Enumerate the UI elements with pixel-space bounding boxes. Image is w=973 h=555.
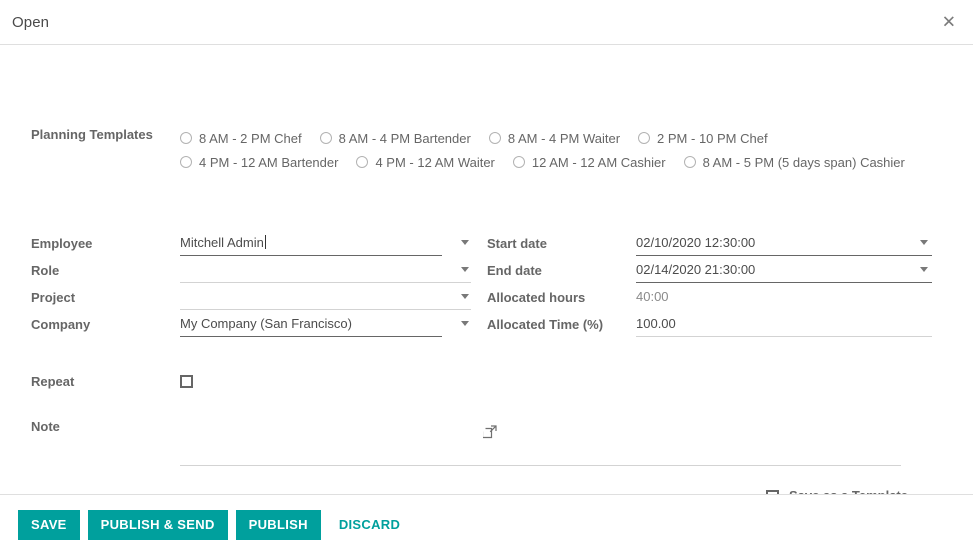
radio-circle-icon — [180, 132, 192, 144]
radio-option-0[interactable]: 8 AM - 2 PM Chef — [180, 126, 302, 150]
start-date-field[interactable]: 02/10/2020 12:30:00 — [636, 233, 932, 257]
dialog-footer: SAVE PUBLISH & SEND PUBLISH DISCARD — [0, 494, 973, 555]
note-input[interactable] — [180, 419, 901, 466]
project-label: Project — [31, 290, 76, 305]
allocated-time-field[interactable]: 100.00 — [636, 314, 932, 338]
role-field[interactable] — [180, 260, 471, 284]
chevron-down-icon[interactable] — [461, 267, 469, 272]
repeat-checkbox[interactable] — [180, 375, 193, 388]
field-row-project: Project — [31, 287, 471, 314]
radio-option-7[interactable]: 8 AM - 5 PM (5 days span) Cashier — [683, 150, 905, 174]
publish-button[interactable]: PUBLISH — [235, 510, 321, 540]
dialog-header: Open ✕ — [0, 0, 973, 45]
radio-circle-icon — [180, 156, 192, 168]
publish-and-send-button[interactable]: PUBLISH & SEND — [87, 510, 228, 540]
end-date-value: 02/14/2020 21:30:00 — [636, 262, 756, 277]
planning-templates-label: Planning Templates — [31, 127, 153, 142]
employee-field[interactable]: Mitchell Admin — [180, 233, 471, 257]
field-row-repeat: Repeat — [31, 374, 193, 389]
role-label: Role — [31, 263, 60, 278]
start-date-value: 02/10/2020 12:30:00 — [636, 235, 756, 250]
start-date-label: Start date — [487, 236, 547, 251]
left-field-column: Employee Mitchell Admin Role Project Com… — [31, 233, 497, 520]
allocated-hours-label: Allocated hours — [487, 290, 586, 305]
field-row-role: Role — [31, 260, 471, 287]
radio-option-2[interactable]: 8 AM - 4 PM Waiter — [488, 126, 621, 150]
end-date-field[interactable]: 02/14/2020 21:30:00 — [636, 260, 932, 284]
allocated-hours-field: 40:00 — [636, 287, 932, 311]
radio-option-5[interactable]: 4 PM - 12 AM Waiter — [356, 150, 495, 174]
end-date-label: End date — [487, 263, 542, 278]
radio-label: 4 PM - 12 AM Waiter — [375, 154, 495, 170]
dialog-body: Planning Templates 8 AM - 2 PM Chef 8 AM… — [0, 45, 973, 520]
radio-label: 4 PM - 12 AM Bartender — [199, 154, 339, 170]
dialog-title: Open — [12, 13, 50, 31]
employee-label: Employee — [31, 236, 93, 251]
company-label: Company — [31, 317, 91, 332]
radio-circle-icon — [488, 132, 501, 144]
radio-circle-icon — [356, 156, 369, 168]
employee-value: Mitchell Admin — [180, 235, 264, 250]
radio-label: 8 AM - 4 PM Waiter — [507, 130, 621, 146]
field-row-note: Note — [31, 419, 931, 469]
discard-button[interactable]: DISCARD — [329, 510, 410, 540]
radio-circle-icon — [319, 132, 332, 144]
radio-label: 8 AM - 2 PM Chef — [199, 130, 302, 146]
chevron-down-icon[interactable] — [461, 240, 469, 245]
chevron-down-icon[interactable] — [920, 267, 928, 272]
field-row-allocated-time: Allocated Time (%) 100.00 — [487, 314, 932, 341]
company-value: My Company (San Francisco) — [180, 316, 352, 331]
chevron-down-icon[interactable] — [461, 321, 469, 326]
radio-circle-icon — [638, 132, 651, 144]
chevron-down-icon[interactable] — [461, 294, 469, 299]
field-row-end-date: End date 02/14/2020 21:30:00 — [487, 260, 932, 287]
text-caret — [264, 235, 266, 249]
field-row-allocated-hours: Allocated hours 40:00 — [487, 287, 932, 314]
close-icon[interactable]: ✕ — [938, 12, 960, 33]
allocated-time-value: 100.00 — [636, 316, 676, 331]
radio-option-1[interactable]: 8 AM - 4 PM Bartender — [319, 126, 471, 150]
note-label: Note — [31, 419, 60, 434]
radio-option-4[interactable]: 4 PM - 12 AM Bartender — [180, 150, 338, 174]
radio-option-6[interactable]: 12 AM - 12 AM Cashier — [512, 150, 666, 174]
save-button[interactable]: SAVE — [18, 510, 80, 540]
field-row-company: Company My Company (San Francisco) — [31, 314, 497, 520]
repeat-label: Repeat — [31, 374, 75, 389]
field-row-start-date: Start date 02/10/2020 12:30:00 — [487, 233, 932, 260]
radio-label: 12 AM - 12 AM Cashier — [531, 154, 666, 170]
right-field-column: Start date 02/10/2020 12:30:00 End date … — [487, 233, 932, 341]
radio-circle-icon — [512, 156, 525, 168]
radio-circle-icon — [683, 156, 696, 168]
radio-label: 8 AM - 4 PM Bartender — [338, 130, 471, 146]
radio-option-3[interactable]: 2 PM - 10 PM Chef — [638, 126, 768, 150]
allocated-time-label: Allocated Time (%) — [487, 317, 604, 332]
allocated-hours-value: 40:00 — [636, 289, 669, 304]
planning-templates-group: Planning Templates 8 AM - 2 PM Chef 8 AM… — [31, 126, 931, 174]
field-row-employee: Employee Mitchell Admin — [31, 233, 497, 439]
chevron-down-icon[interactable] — [920, 240, 928, 245]
company-field[interactable]: My Company (San Francisco) — [180, 314, 471, 338]
radio-label: 2 PM - 10 PM Chef — [657, 130, 768, 146]
planning-templates-options: 8 AM - 2 PM Chef 8 AM - 4 PM Bartender 8… — [180, 126, 940, 174]
radio-label: 8 AM - 5 PM (5 days span) Cashier — [702, 154, 905, 170]
project-field[interactable] — [180, 287, 471, 311]
